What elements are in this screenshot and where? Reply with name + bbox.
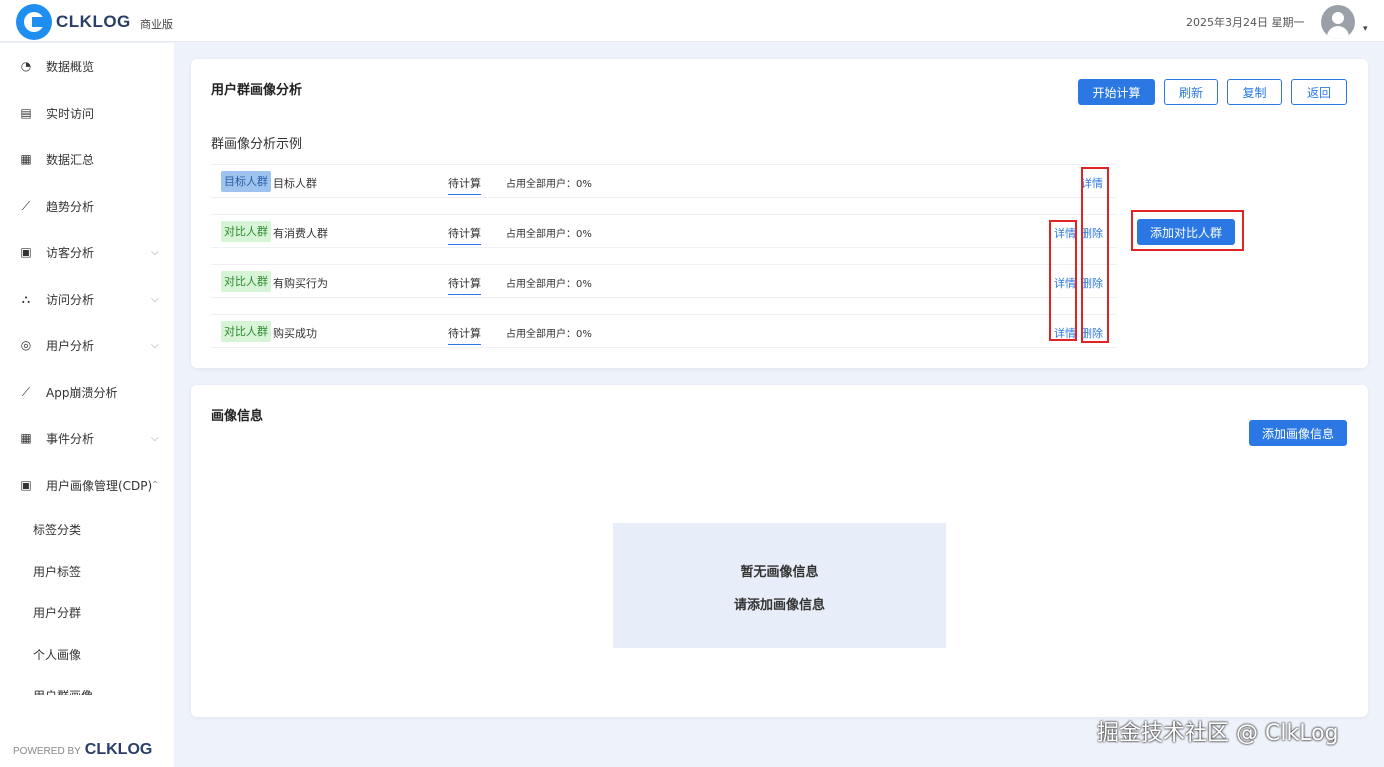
empty-state-title: 暂无画像信息 bbox=[740, 565, 819, 580]
detail-link[interactable]: 详情 bbox=[1054, 275, 1076, 291]
chevron-down-icon: ⌵ bbox=[151, 339, 159, 351]
sidebar-item-label: 访客分析 bbox=[46, 245, 95, 260]
cdp-icon: ▣ bbox=[20, 478, 32, 492]
sidebar-subitem-user-segments[interactable]: 用户分群 bbox=[33, 604, 81, 621]
sidebar-item-access[interactable]: ⛬ 访问分析 ⌵ bbox=[0, 284, 174, 314]
summary-icon: ▦ bbox=[20, 152, 32, 166]
segment-name: 有购买行为 bbox=[273, 277, 328, 290]
delete-link[interactable]: 删除 bbox=[1081, 325, 1103, 341]
delete-link[interactable]: 删除 bbox=[1081, 225, 1103, 241]
sidebar-item-label: 实时访问 bbox=[46, 106, 95, 121]
user-avatar[interactable] bbox=[1321, 5, 1355, 39]
sidebar-item-summary[interactable]: ▦ 数据汇总 bbox=[0, 144, 174, 174]
sidebar-item-label: 趋势分析 bbox=[46, 199, 95, 214]
crash-chart-icon: ⟋ bbox=[21, 384, 31, 399]
detail-link[interactable]: 详情 bbox=[1081, 175, 1103, 191]
event-icon: ▦ bbox=[20, 431, 32, 445]
segment-name: 有消费人群 bbox=[273, 227, 328, 240]
powered-by-footer: POWERED BY CLKLOG bbox=[13, 741, 152, 759]
sidebar-item-label: 数据概览 bbox=[46, 59, 95, 74]
sidebar-item-label: App崩溃分析 bbox=[46, 385, 118, 400]
sidebar-item-app-crash[interactable]: ⟋ App崩溃分析 bbox=[0, 377, 174, 407]
chevron-down-icon: ⌵ bbox=[151, 432, 159, 444]
calc-status: 待计算 bbox=[448, 225, 481, 245]
target-segment-tag: 目标人群 bbox=[221, 171, 271, 192]
calc-status: 待计算 bbox=[448, 325, 481, 345]
sidebar-item-overview[interactable]: ◔ 数据概览 bbox=[0, 51, 174, 81]
hierarchy-icon: ⛬ bbox=[21, 291, 31, 306]
top-header: CLKLOG 商业版 2025年3月24日 星期一 ▾ bbox=[0, 0, 1384, 42]
chevron-down-icon: ⌵ bbox=[151, 246, 159, 258]
detail-link[interactable]: 详情 bbox=[1054, 325, 1076, 341]
group-profile-analysis-card: 用户群画像分析 开始计算 刷新 复制 返回 群画像分析示例 目标人群 目标人群 … bbox=[191, 59, 1368, 368]
avatar-dropdown-caret-icon[interactable]: ▾ bbox=[1363, 24, 1368, 34]
calc-status: 待计算 bbox=[448, 175, 481, 195]
back-button[interactable]: 返回 bbox=[1291, 79, 1347, 105]
sidebar-item-user-analysis[interactable]: ◎ 用户分析 ⌵ bbox=[0, 330, 174, 360]
sidebar-subitem-user-tags[interactable]: 用户标签 bbox=[33, 563, 81, 580]
sidebar-item-label: 数据汇总 bbox=[46, 152, 95, 167]
sidebar-item-trend[interactable]: ⟋ 趋势分析 bbox=[0, 191, 174, 221]
user-ratio: 占用全部用户：0% bbox=[506, 229, 592, 240]
dashboard-icon: ◔ bbox=[20, 59, 32, 73]
compare-segment-tag: 对比人群 bbox=[221, 221, 271, 242]
edition-label: 商业版 bbox=[140, 18, 173, 31]
clklog-logo-icon bbox=[16, 4, 52, 40]
sidebar-item-label: 事件分析 bbox=[46, 431, 95, 446]
chevron-up-icon: ⌃ bbox=[151, 479, 160, 491]
sidebar: ◔ 数据概览 ▤ 实时访问 ▦ 数据汇总 ⟋ 趋势分析 ▣ 访客分析 ⌵ ⛬ 访… bbox=[0, 43, 174, 767]
user-ratio: 占用全部用户：0% bbox=[506, 329, 592, 340]
delete-link[interactable]: 删除 bbox=[1081, 275, 1103, 291]
sidebar-item-realtime[interactable]: ▤ 实时访问 bbox=[0, 98, 174, 128]
card-title: 用户群画像分析 bbox=[211, 83, 303, 98]
segment-name: 目标人群 bbox=[273, 177, 317, 190]
empty-state-panel: 暂无画像信息 请添加画像信息 bbox=[613, 523, 946, 648]
powered-by-brand: CLKLOG bbox=[84, 741, 153, 758]
user-ratio: 占用全部用户：0% bbox=[506, 279, 592, 290]
card-title: 画像信息 bbox=[211, 409, 264, 424]
sidebar-subitem-personal-profile[interactable]: 个人画像 bbox=[33, 646, 81, 663]
segment-name: 购买成功 bbox=[273, 327, 317, 340]
chevron-down-icon: ⌵ bbox=[151, 293, 159, 305]
sidebar-item-event[interactable]: ▦ 事件分析 ⌵ bbox=[0, 423, 174, 453]
current-date: 2025年3月24日 星期一 bbox=[1186, 16, 1305, 29]
compare-segment-tag: 对比人群 bbox=[221, 271, 271, 292]
section-subtitle: 群画像分析示例 bbox=[211, 137, 303, 152]
sidebar-item-label: 访问分析 bbox=[46, 292, 95, 307]
user-ratio: 占用全部用户：0% bbox=[506, 179, 592, 190]
sidebar-item-visitor[interactable]: ▣ 访客分析 ⌵ bbox=[0, 237, 174, 267]
sidebar-subitem-group-profile[interactable]: 用户群画像 bbox=[33, 687, 93, 695]
realtime-icon: ▤ bbox=[20, 106, 32, 120]
refresh-button[interactable]: 刷新 bbox=[1164, 79, 1218, 105]
user-icon: ◎ bbox=[20, 338, 32, 352]
start-calculation-button[interactable]: 开始计算 bbox=[1078, 79, 1155, 105]
calc-status: 待计算 bbox=[448, 275, 481, 295]
brand-logo[interactable]: CLKLOG bbox=[16, 4, 131, 40]
sidebar-item-cdp[interactable]: ▣ 用户画像管理(CDP) ⌃ bbox=[0, 470, 174, 500]
segment-row-compare: 对比人群 购买成功 待计算 占用全部用户：0% 详情 删除 bbox=[211, 314, 1117, 348]
segment-row-target: 目标人群 目标人群 待计算 占用全部用户：0% 详情 bbox=[211, 164, 1117, 198]
community-watermark: 掘金技术社区 @ ClkLog bbox=[1097, 721, 1339, 746]
sidebar-subitem-tag-category[interactable]: 标签分类 bbox=[33, 521, 81, 538]
detail-link[interactable]: 详情 bbox=[1054, 225, 1076, 241]
segment-row-compare: 对比人群 有消费人群 待计算 占用全部用户：0% 详情 删除 bbox=[211, 214, 1117, 248]
visitor-icon: ▣ bbox=[20, 245, 32, 259]
compare-segment-tag: 对比人群 bbox=[221, 321, 271, 342]
add-compare-segment-button[interactable]: 添加对比人群 bbox=[1137, 219, 1235, 245]
segment-row-compare: 对比人群 有购买行为 待计算 占用全部用户：0% 详情 删除 bbox=[211, 264, 1117, 298]
sidebar-item-label: 用户画像管理(CDP) bbox=[46, 478, 153, 493]
powered-by-label: POWERED BY bbox=[13, 746, 81, 757]
empty-state-hint: 请添加画像信息 bbox=[733, 598, 825, 613]
add-profile-info-button[interactable]: 添加画像信息 bbox=[1249, 420, 1347, 446]
profile-info-card: 画像信息 添加画像信息 暂无画像信息 请添加画像信息 bbox=[191, 385, 1368, 717]
brand-name: CLKLOG bbox=[56, 12, 131, 31]
trend-chart-icon: ⟋ bbox=[21, 198, 31, 213]
copy-button[interactable]: 复制 bbox=[1227, 79, 1282, 105]
sidebar-item-label: 用户分析 bbox=[46, 338, 95, 353]
